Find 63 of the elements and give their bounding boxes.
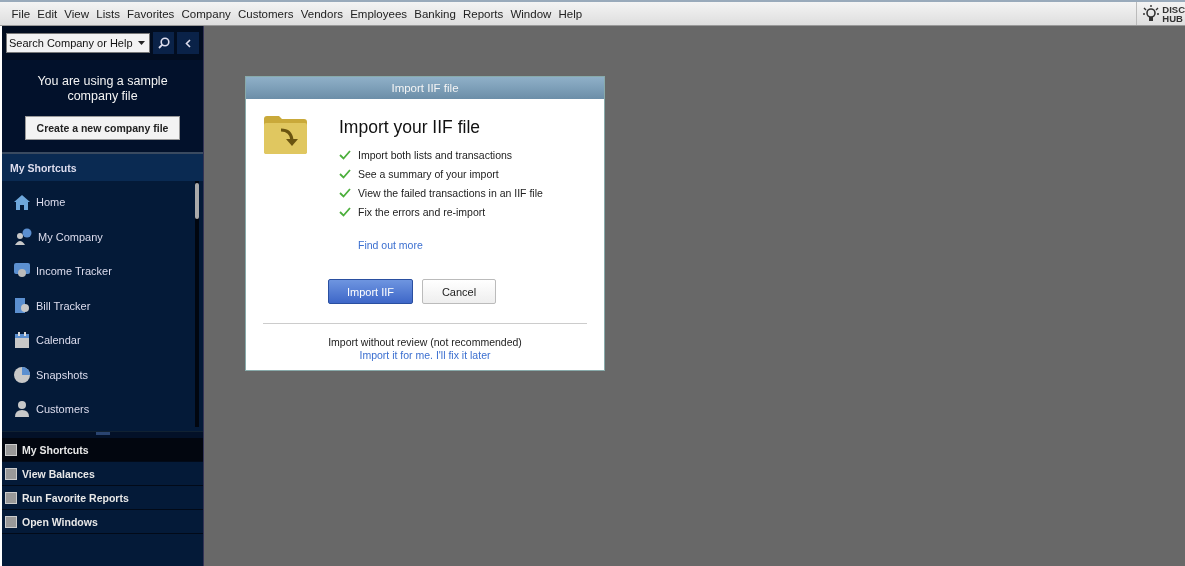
splitter-handle[interactable] xyxy=(2,431,203,438)
nav-tab[interactable]: My Shortcuts xyxy=(2,438,203,462)
menu-item[interactable]: Employees xyxy=(346,7,411,20)
collapse-button[interactable] xyxy=(177,32,199,54)
dialog-title: Import IIF file xyxy=(246,77,604,99)
feature-text: Fix the errors and re-import xyxy=(358,205,486,218)
nav-tab[interactable]: Open Windows xyxy=(2,510,203,534)
document-icon xyxy=(13,296,31,315)
import-warning-text: Import without review (not recommended) xyxy=(328,336,522,348)
search-icon xyxy=(157,37,170,49)
create-company-button[interactable]: Create a new company file xyxy=(24,116,181,140)
menu-item[interactable]: Reports xyxy=(459,7,507,20)
shortcut-item[interactable]: My Company xyxy=(2,219,195,254)
nav-tab[interactable]: View Balances xyxy=(2,462,203,486)
house-icon xyxy=(13,193,31,212)
person-badge-icon xyxy=(13,227,33,246)
checkmark-icon xyxy=(339,168,351,179)
dropdown-caret-icon xyxy=(137,41,145,45)
find-out-more-link[interactable]: Find out more xyxy=(358,239,423,251)
sample-company-notice: You are using a sample company file xyxy=(36,74,169,104)
panel-icon xyxy=(5,515,17,528)
menu-item[interactable]: Lists xyxy=(92,7,124,20)
panel-icon xyxy=(5,443,17,456)
menu-item[interactable]: File xyxy=(8,7,34,20)
search-field[interactable]: Search Company or Help xyxy=(6,33,150,53)
shortcut-item[interactable]: Snapshots xyxy=(2,357,195,392)
menu-item[interactable]: Help xyxy=(554,7,586,20)
feature-text: View the failed transactions in an IIF file xyxy=(358,186,543,199)
calendar-icon xyxy=(13,331,31,350)
shortcut-item[interactable]: Home xyxy=(2,185,195,220)
checkmark-icon xyxy=(339,206,351,217)
menu-item[interactable]: View xyxy=(60,7,93,20)
menu-item[interactable]: Vendors xyxy=(297,7,347,20)
import-without-review-link[interactable]: Import it for me. I'll fix it later xyxy=(359,349,491,361)
person-icon xyxy=(13,400,31,419)
shortcut-item[interactable]: Customers xyxy=(2,392,195,427)
shortcut-item[interactable]: Income Tracker xyxy=(2,254,195,289)
search-button[interactable] xyxy=(152,32,175,54)
menu-item[interactable]: Company xyxy=(177,7,235,20)
menu-item[interactable]: Customers xyxy=(234,7,298,20)
menu-item[interactable]: Favorites xyxy=(123,7,178,20)
shortcuts-header: My Shortcuts xyxy=(2,154,203,181)
nav-tab[interactable]: Run Favorite Reports xyxy=(2,486,203,510)
checkmark-icon xyxy=(339,149,351,160)
folder-arrow-icon xyxy=(263,115,308,155)
cancel-button[interactable]: Cancel xyxy=(422,279,496,304)
menu-item[interactable]: Banking xyxy=(410,7,460,20)
chevron-left-icon xyxy=(185,38,192,48)
shortcut-item[interactable]: Calendar xyxy=(2,323,195,358)
checkmark-icon xyxy=(339,187,351,198)
panel-icon xyxy=(5,467,17,480)
scrollbar[interactable] xyxy=(195,181,199,427)
pie-chart-icon xyxy=(13,365,31,384)
feature-text: See a summary of your import xyxy=(358,167,499,180)
panel-icon xyxy=(5,491,17,504)
dialog-heading: Import your IIF file xyxy=(339,117,481,138)
menu-item[interactable]: Window xyxy=(506,7,555,20)
shortcut-item[interactable]: Bill Tracker xyxy=(2,288,195,323)
feature-text: Import both lists and transactions xyxy=(358,148,513,161)
menu-item[interactable]: Edit xyxy=(33,7,61,20)
lightbulb-icon xyxy=(1143,4,1160,23)
discover-hub-button[interactable]: DISC HUB xyxy=(1136,2,1185,25)
import-button[interactable]: Import IIF xyxy=(328,279,413,304)
